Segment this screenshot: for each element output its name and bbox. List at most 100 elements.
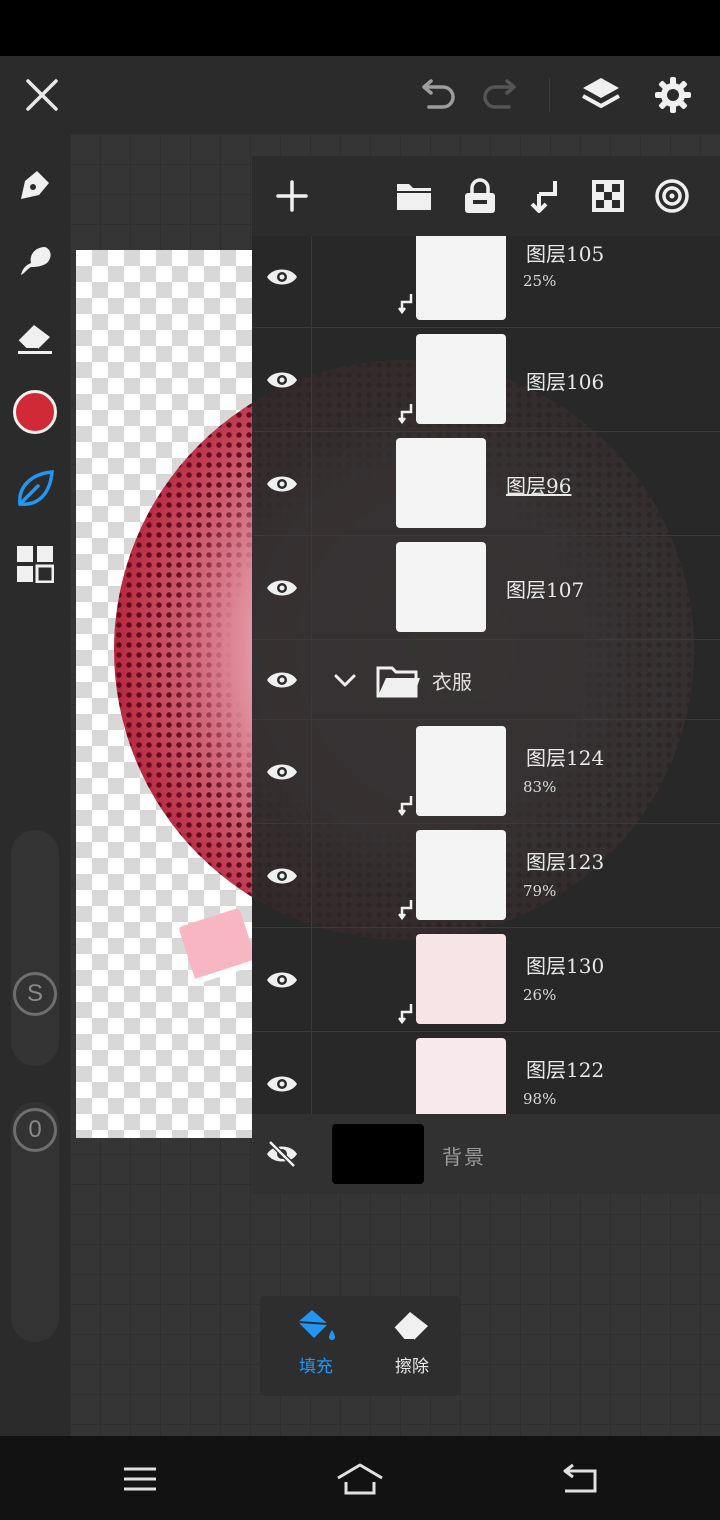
paint-bucket-icon [297, 1310, 335, 1340]
layer-name: 图层130 [526, 954, 605, 978]
visibility-toggle[interactable] [252, 536, 312, 639]
layer-thumbnail [416, 830, 506, 920]
leaf-icon [18, 470, 54, 506]
new-folder-button[interactable] [390, 172, 438, 220]
blend-mode-button[interactable] [648, 172, 696, 220]
system-nav-bar [0, 1436, 720, 1520]
eye-icon [266, 580, 297, 595]
eye-off-icon [267, 1140, 297, 1168]
undo-icon [422, 79, 455, 109]
lock-layer-button[interactable] [456, 172, 504, 220]
add-layer-button[interactable] [268, 172, 316, 220]
clipping-arrow-icon [398, 1004, 413, 1024]
brush-leaf-button[interactable] [10, 464, 60, 514]
eye-icon [266, 476, 297, 491]
visibility-toggle[interactable] [252, 236, 312, 327]
status-bar [0, 0, 720, 56]
merge-down-button[interactable] [520, 172, 568, 220]
layer-row[interactable]: 图层123 79% [252, 824, 720, 928]
more-tools-button[interactable] [10, 539, 60, 589]
eye-icon [266, 1076, 297, 1091]
smudge-tool-button[interactable] [10, 236, 60, 286]
add-layer-icon [276, 180, 308, 212]
eraser-icon [17, 325, 52, 354]
layer-row[interactable]: 图层124 83% [252, 720, 720, 824]
eraser-tool-button[interactable] [10, 312, 60, 362]
layer-row[interactable]: 图层106 [252, 328, 720, 432]
group-name: 衣服 [432, 670, 472, 694]
eye-icon [266, 372, 297, 387]
layer-group-row[interactable]: 衣服 [252, 640, 720, 720]
toolbar-divider [549, 78, 550, 112]
close-button[interactable] [15, 68, 69, 122]
layer-opacity: 83% [523, 778, 557, 796]
settings-button[interactable] [646, 68, 700, 122]
menu-icon [124, 1467, 156, 1491]
fill-button[interactable]: 填充 [276, 1306, 356, 1386]
undo-button[interactable] [410, 68, 464, 122]
smudge-icon [21, 247, 51, 275]
eye-icon [266, 868, 297, 883]
layer-row-selected[interactable]: 图层96 [252, 432, 720, 536]
visibility-toggle[interactable] [252, 928, 312, 1031]
visibility-toggle[interactable] [252, 640, 312, 719]
home-icon [337, 1463, 383, 1495]
layer-row[interactable]: 图层122 98% [252, 1032, 720, 1114]
brush-size-slider[interactable] [11, 830, 59, 1066]
layer-row[interactable]: 图层105 25% [252, 236, 720, 328]
canvas-paper[interactable] [76, 250, 252, 1138]
visibility-toggle[interactable] [252, 824, 312, 927]
background-layer-name: 背景 [442, 1145, 486, 1169]
clipping-arrow-icon [398, 900, 413, 920]
brush-opacity-knob[interactable]: 0 [13, 1108, 57, 1152]
fill-label: 填充 [299, 1357, 333, 1377]
visibility-toggle[interactable] [252, 1032, 312, 1114]
background-layer-row[interactable]: 背景 [252, 1114, 720, 1194]
layers-button[interactable] [574, 68, 628, 122]
layer-row[interactable]: 图层130 26% [252, 928, 720, 1032]
erase-button[interactable]: 擦除 [372, 1306, 452, 1386]
layer-thumbnail [396, 542, 486, 632]
layer-thumbnail [416, 1038, 506, 1114]
visibility-toggle[interactable] [252, 1114, 312, 1194]
close-icon [26, 79, 58, 111]
layers-icon [582, 78, 620, 108]
eraser-icon [393, 1312, 428, 1341]
pen-tool-button[interactable] [10, 160, 60, 210]
visibility-toggle[interactable] [252, 720, 312, 823]
layer-thumbnail [416, 334, 506, 424]
back-button[interactable] [554, 1454, 604, 1504]
transparency-icon [592, 180, 624, 212]
layer-row[interactable]: 图层107 [252, 536, 720, 640]
clipping-arrow-icon [398, 796, 413, 816]
layer-opacity: 25% [523, 272, 557, 290]
layer-name: 图层107 [506, 578, 585, 602]
home-button[interactable] [335, 1454, 385, 1504]
color-swatch-button[interactable] [10, 387, 60, 437]
clipping-arrow-icon [398, 404, 413, 424]
layer-list[interactable]: 图层105 25% 图层106 图层96 图层107 衣服 图层124 83% … [252, 236, 720, 1114]
layer-thumbnail [396, 438, 486, 528]
pen-icon [21, 171, 49, 199]
folder-icon [376, 666, 420, 698]
opacity-knob-label: 0 [28, 1116, 42, 1143]
background-thumbnail [332, 1124, 424, 1184]
layer-name: 图层105 [526, 242, 605, 266]
layer-thumbnail [416, 934, 506, 1024]
blend-icon [655, 179, 689, 213]
layer-name: 图层123 [526, 850, 605, 874]
brush-size-knob[interactable]: S [13, 972, 57, 1016]
eye-icon [266, 972, 297, 987]
menu-button[interactable] [115, 1454, 165, 1504]
chevron-down-icon[interactable] [332, 670, 358, 690]
back-icon [563, 1463, 597, 1493]
fill-erase-popup: 填充 擦除 [260, 1296, 460, 1396]
layer-opacity: 26% [523, 986, 557, 1004]
artwork-book [178, 907, 252, 985]
left-toolbar: S 0 [0, 134, 70, 1436]
visibility-toggle[interactable] [252, 432, 312, 535]
redo-button[interactable] [474, 68, 528, 122]
visibility-toggle[interactable] [252, 328, 312, 431]
artwork-halftone-on-paper [114, 360, 252, 940]
transparency-lock-button[interactable] [584, 172, 632, 220]
